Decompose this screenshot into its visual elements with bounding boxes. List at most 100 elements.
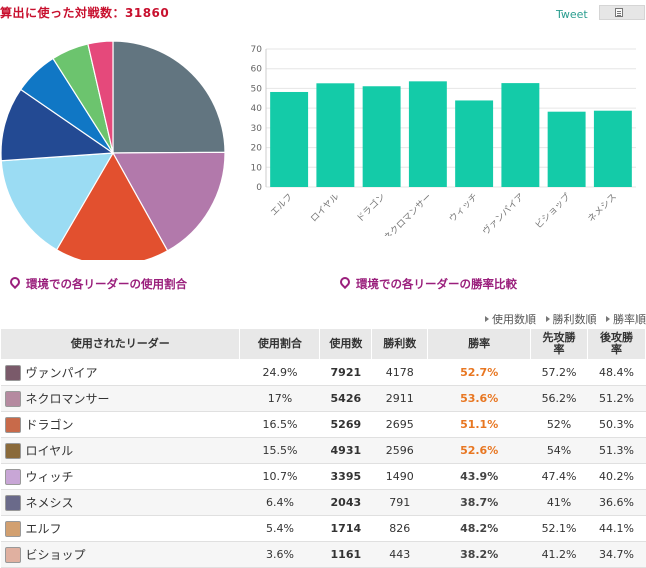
table-row[interactable]: ロイヤル 15.5% 4931 2596 52.6% 54% 51.3% [0, 437, 646, 464]
wins-cell: 443 [371, 541, 428, 568]
sort-label: 勝利数順 [552, 313, 597, 326]
uses-cell: 3395 [319, 463, 372, 490]
sort-links: 使用数順 勝利数順 勝率順 [479, 311, 646, 327]
leader-avatar [4, 416, 21, 433]
first-rate-cell: 52.1% [530, 515, 588, 542]
leader-name: ビショップ [25, 548, 86, 562]
share-cell: 17% [239, 385, 320, 412]
leader-cell: ビショップ [0, 541, 240, 568]
col-header-uses[interactable]: 使用数 [319, 328, 373, 360]
wins-cell: 1490 [371, 463, 428, 490]
leader-name: ネメシス [25, 496, 74, 510]
bar-3[interactable] [408, 81, 447, 187]
leader-avatar [4, 546, 21, 563]
pie-slice-0[interactable] [112, 40, 226, 154]
col-header-second-rate[interactable]: 後攻勝率 [587, 328, 646, 360]
rate-cell: 38.2% [427, 541, 531, 568]
triangle-right-icon [606, 316, 610, 322]
table-header-row: 使用されたリーダー 使用割合 使用数 勝利数 勝率 先攻勝率 後攻勝率 [0, 328, 646, 360]
y-tick-label: 60 [251, 65, 263, 75]
uses-cell: 1161 [319, 541, 372, 568]
sort-by-uses-link[interactable]: 使用数順 [485, 313, 536, 326]
leader-avatar [4, 442, 21, 459]
col-header-first-rate[interactable]: 先攻勝率 [530, 328, 589, 360]
rate-cell: 52.7% [427, 359, 531, 386]
bar-7[interactable] [593, 110, 632, 187]
leader-avatar [4, 364, 21, 381]
sort-label: 使用数順 [492, 313, 536, 326]
second-rate-cell: 44.1% [587, 515, 646, 542]
second-rate-cell: 48.4% [587, 359, 646, 386]
leader-avatar [4, 390, 21, 407]
leader-cell: ドラゴン [0, 411, 240, 438]
share-cell: 10.7% [239, 463, 320, 490]
bar-6[interactable] [547, 111, 586, 187]
map-pin-icon [337, 274, 353, 290]
share-cell: 6.4% [239, 489, 320, 516]
share-button[interactable] [599, 5, 645, 20]
col-header-wins[interactable]: 勝利数 [371, 328, 429, 360]
share-cell: 5.4% [239, 515, 320, 542]
x-tick-label: ネメシス [586, 191, 619, 224]
second-rate-cell: 36.6% [587, 489, 646, 516]
x-tick-label: ウィッチ [447, 191, 480, 224]
y-tick-label: 70 [251, 45, 263, 55]
y-tick-label: 10 [251, 163, 263, 173]
table-row[interactable]: ヴァンパイア 24.9% 7921 4178 52.7% 57.2% 48.4% [0, 359, 646, 386]
table-row[interactable]: ネメシス 6.4% 2043 791 38.7% 41% 36.6% [0, 489, 646, 516]
first-rate-cell: 54% [530, 437, 588, 464]
second-rate-cell: 50.3% [587, 411, 646, 438]
x-tick-label: ドラゴン [354, 191, 388, 225]
second-rate-cell: 34.7% [587, 541, 646, 568]
tweet-link[interactable]: Tweet [556, 8, 588, 21]
bar-1[interactable] [316, 83, 355, 187]
map-pin-icon [7, 274, 23, 290]
x-tick-label: ロイヤル [309, 192, 341, 224]
sort-by-rate-link[interactable]: 勝率順 [606, 313, 646, 326]
leader-cell: ネメシス [0, 489, 240, 516]
wins-cell: 2596 [371, 437, 428, 464]
bar-4[interactable] [455, 100, 494, 187]
table-row[interactable]: エルフ 5.4% 1714 826 48.2% 52.1% 44.1% [0, 515, 646, 542]
leader-cell: ヴァンパイア [0, 359, 240, 386]
col-header-rate[interactable]: 勝率 [427, 328, 532, 360]
bar-0[interactable] [270, 91, 309, 187]
wins-cell: 791 [371, 489, 428, 516]
leader-cell: ロイヤル [0, 437, 240, 464]
bar-2[interactable] [362, 86, 401, 187]
y-tick-label: 50 [251, 84, 263, 94]
battle-count-title: 算出に使った対戦数：31860 [0, 6, 170, 20]
triangle-right-icon [545, 316, 550, 322]
leader-avatar [4, 520, 21, 537]
leader-cell: エルフ [0, 515, 240, 542]
second-rate-cell: 51.3% [587, 437, 646, 464]
x-tick-label: ビショップ [533, 191, 573, 231]
col-header-share[interactable]: 使用割合 [239, 328, 321, 360]
sort-by-wins-link[interactable]: 勝利数順 [545, 313, 597, 326]
uses-cell: 7921 [319, 359, 372, 386]
page-header: 算出に使った対戦数：31860 Tweet [0, 0, 646, 24]
leader-name: ウィッチ [25, 470, 74, 484]
winrate-caption-text: 環境での各リーダーの勝率比較 [356, 277, 517, 291]
first-rate-cell: 47.4% [530, 463, 588, 490]
winrate-bar-chart: 0 10 20 30 40 50 60 70 エルフ ロイヤル ドラゴンネクロマンサー ウィッチ ヴァン… [251, 45, 636, 236]
rate-cell: 53.6% [427, 385, 531, 412]
table-row[interactable]: ビショップ 3.6% 1161 443 38.2% 41.2% 34.7% [0, 541, 646, 568]
usage-pie-chart [0, 40, 226, 260]
col-header-leader[interactable]: 使用されたリーダー [0, 328, 241, 360]
table-row[interactable]: ドラゴン 16.5% 5269 2695 51.1% 52% 50.3% [0, 411, 646, 438]
uses-cell: 4931 [319, 437, 372, 464]
uses-cell: 5269 [319, 411, 372, 438]
x-tick-label: エルフ [269, 192, 295, 218]
first-rate-cell: 41.2% [530, 541, 588, 568]
table-row[interactable]: ウィッチ 10.7% 3395 1490 43.9% 47.4% 40.2% [0, 463, 646, 490]
wins-cell: 2911 [371, 385, 428, 412]
leader-name: ネクロマンサー [25, 392, 110, 406]
leader-cell: ウィッチ [0, 463, 240, 490]
wins-cell: 4178 [371, 359, 428, 386]
leader-avatar [4, 494, 21, 511]
table-row[interactable]: ネクロマンサー 17% 5426 2911 53.6% 56.2% 51.2% [0, 385, 646, 412]
bar-5[interactable] [501, 83, 540, 187]
leader-cell: ネクロマンサー [0, 385, 240, 412]
rate-cell: 38.7% [427, 489, 531, 516]
